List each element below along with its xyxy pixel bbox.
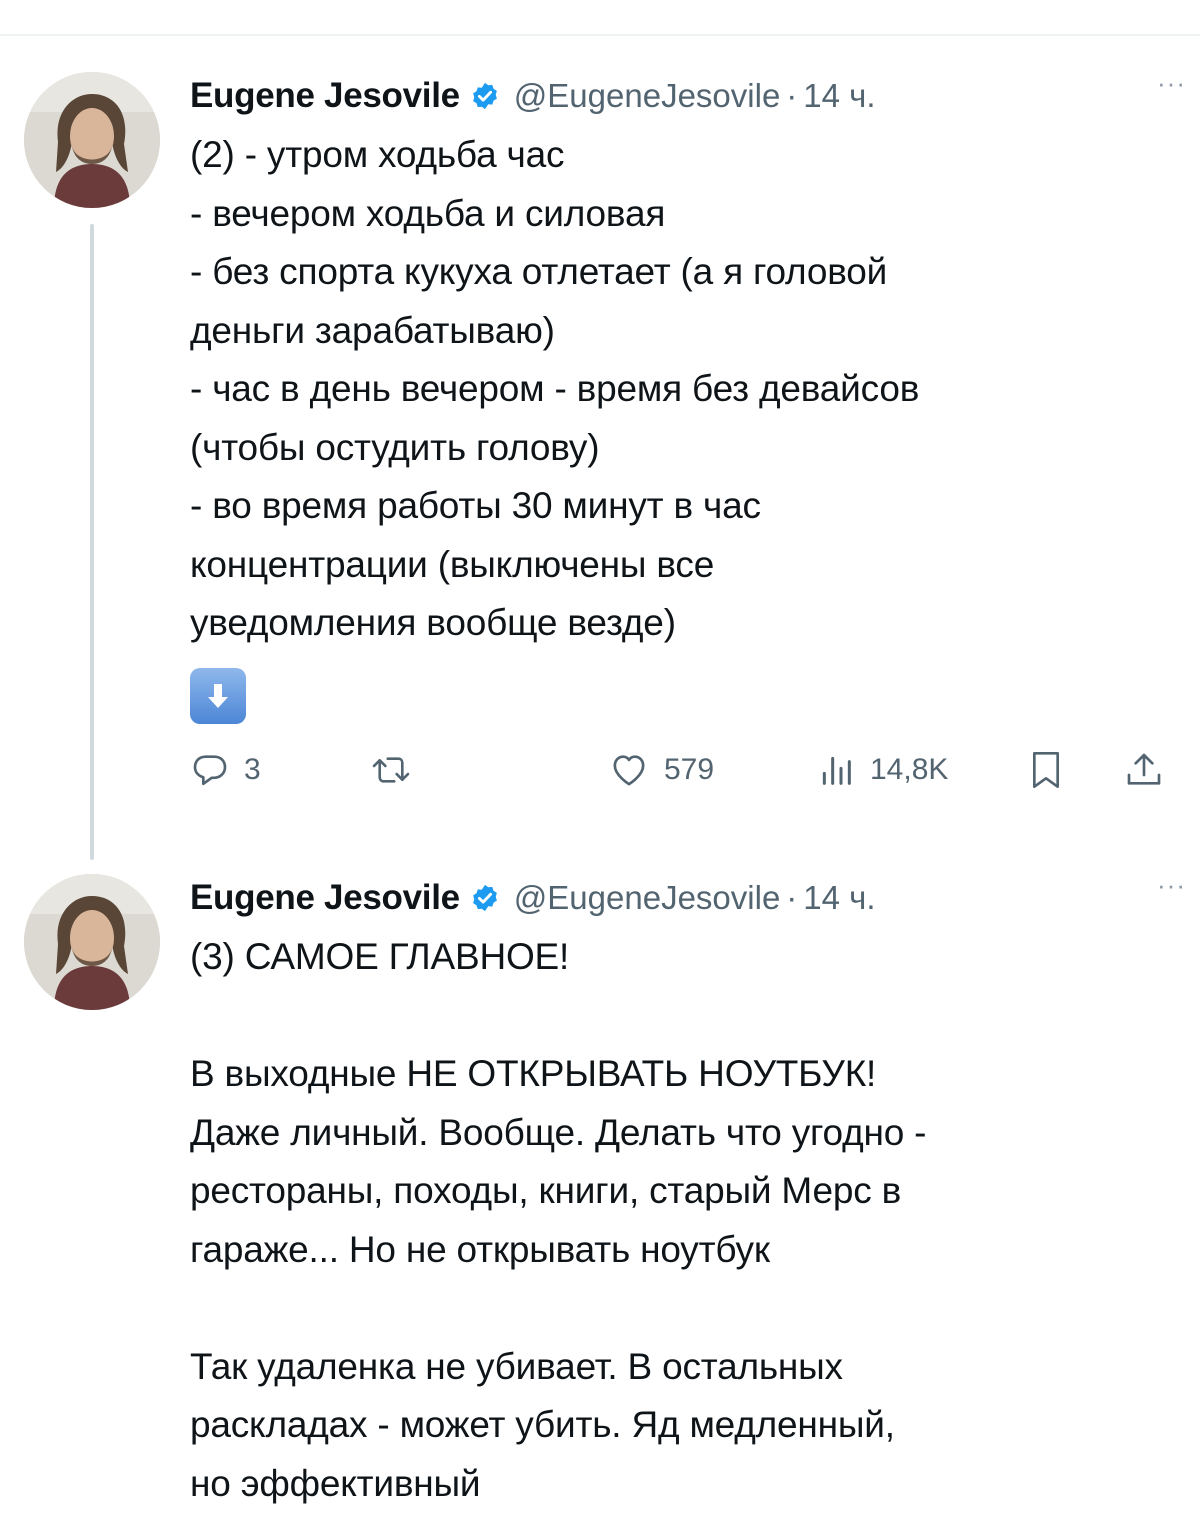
reply-icon — [193, 755, 227, 786]
tweet-2[interactable]: Eugene Jesovile @EugeneJesovile · 14 ч. … — [0, 862, 1200, 1528]
top-divider — [0, 34, 1200, 36]
avatar[interactable] — [24, 72, 160, 208]
author-handle[interactable]: @EugeneJesovile — [514, 879, 781, 917]
heart-icon — [613, 755, 645, 786]
tweet-text: (3) САМОЕ ГЛАВНОЕ! В выходные НЕ ОТКРЫВА… — [190, 928, 1180, 1513]
like-button[interactable]: 579 — [608, 740, 714, 800]
tweet-text-line: Так удаленка не убивает. В остальных — [190, 1345, 843, 1387]
tweet-1[interactable]: Eugene Jesovile @EugeneJesovile · 14 ч. … — [0, 60, 1200, 860]
tweet-text-line: В выходные НЕ ОТКРЫВАТЬ НОУТБУК! — [190, 1053, 877, 1094]
avatar-photo — [24, 72, 160, 208]
tweet-text-line: - без спорта кукуха отлетает (а я голово… — [190, 251, 888, 292]
timestamp[interactable]: 14 ч. — [803, 879, 875, 917]
tweet-text-line: - час в день вечером - время без девайсо… — [190, 368, 920, 409]
tweet-text-line: деньги зарабатываю) — [190, 309, 555, 351]
tweet-text-line: (чтобы остудить голову) — [190, 426, 600, 468]
bookmark-icon — [1033, 752, 1059, 789]
tweet-text: (2) - утром ходьба час - вечером ходьба … — [190, 126, 1180, 653]
tweet-text-line: Даже личный. Вообще. Делать что угодно - — [190, 1111, 927, 1153]
tweet-text-line: но эффективный — [190, 1462, 481, 1504]
separator-dot: · — [786, 879, 798, 916]
share-icon — [1127, 753, 1161, 785]
reply-count: 3 — [244, 753, 261, 786]
tweet-header: Eugene Jesovile @EugeneJesovile · 14 ч. — [190, 874, 1180, 922]
tweet-text-line: концентрации (выключены все — [190, 543, 715, 585]
timestamp[interactable]: 14 ч. — [803, 77, 875, 115]
author-name[interactable]: Eugene Jesovile — [190, 76, 460, 116]
author-handle[interactable]: @EugeneJesovile — [514, 77, 781, 115]
separator-dot: · — [786, 77, 798, 114]
verified-badge-icon — [472, 82, 497, 110]
tweet-text-line: гараже... Но не открывать ноутбук — [190, 1228, 770, 1270]
tweet-text-line: (2) - утром ходьба час — [190, 134, 565, 175]
view-count: 14,8K — [870, 753, 949, 786]
retweet-button[interactable] — [370, 740, 412, 800]
tweet-text-line: раскладах - может убить. Яд медленный, — [190, 1404, 895, 1445]
thread-connector-line — [90, 224, 94, 860]
tweet-header: Eugene Jesovile @EugeneJesovile · 14 ч. — [190, 72, 1180, 120]
verified-badge-icon — [472, 884, 497, 912]
share-button[interactable] — [1124, 740, 1164, 800]
author-name[interactable]: Eugene Jesovile — [190, 878, 460, 918]
reply-button[interactable]: 3 — [190, 740, 261, 800]
more-options-icon[interactable]: ··· — [1157, 68, 1186, 99]
bookmark-button[interactable] — [1026, 740, 1066, 800]
tweet-actions: 3 579 14,8K — [190, 740, 1180, 800]
views-button[interactable]: 14,8K — [816, 740, 948, 800]
tweet-text-line: рестораны, походы, книги, старый Мерс в — [190, 1170, 902, 1211]
avatar-photo — [24, 874, 160, 1010]
arrow-down-emoji-icon — [190, 668, 246, 724]
more-options-icon[interactable]: ··· — [1157, 870, 1186, 901]
views-chart-icon — [822, 756, 851, 785]
tweet-text-line: (3) САМОЕ ГЛАВНОЕ! — [190, 936, 570, 977]
like-count: 579 — [664, 753, 715, 786]
tweet-text-line: - во время работы 30 минут в час — [190, 485, 761, 526]
tweet-text-line: уведомления вообще везде) — [190, 602, 676, 643]
retweet-icon — [372, 757, 410, 783]
tweet-text-line: - вечером ходьба и силовая — [190, 192, 666, 234]
avatar[interactable] — [24, 874, 160, 1010]
